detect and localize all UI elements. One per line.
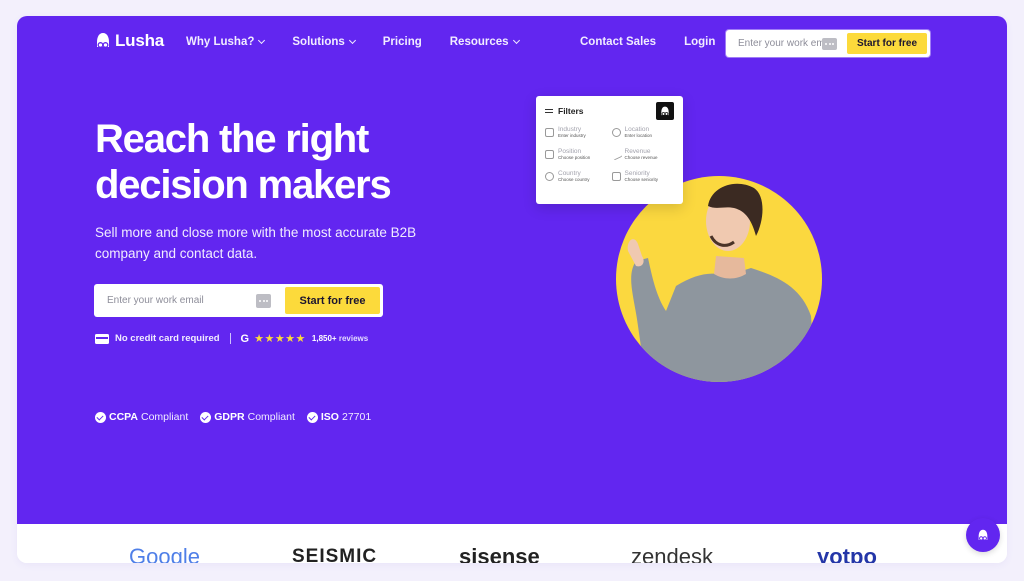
divider [229, 333, 231, 344]
no-credit-card-text: No credit card required [115, 333, 220, 344]
headline-line-2: decision makers [95, 163, 392, 207]
filter-revenue-label: Revenue [624, 148, 651, 155]
compliance-badges: CCPA Compliant GDPR Compliant ISO 27701 [95, 411, 371, 423]
nav-resources-label: Resources [449, 36, 509, 48]
iso-badge: ISO 27701 [306, 411, 372, 423]
nav-start-free-button[interactable]: Start for free [846, 33, 927, 54]
filters-title: Filters [558, 106, 584, 116]
check-circle-icon [200, 411, 212, 423]
nav-signup-form: Start for free [726, 30, 930, 57]
logo-seismic: SEISMIC [292, 546, 378, 563]
filter-industry[interactable]: Industry Enter industry [545, 126, 608, 139]
filter-country-sub: Choose country [558, 177, 590, 182]
iso-badge-bold: ISO [320, 411, 339, 423]
hero-signup-form: Start for free [94, 284, 383, 317]
nav-links: Why Lusha? Solutions Pricing Resources [186, 36, 547, 48]
review-count-label: reviews [338, 334, 369, 343]
location-pin-icon [611, 128, 621, 137]
hero-illustration-circle [616, 176, 822, 382]
rating-stars: ★★★★★ [254, 333, 306, 345]
contact-sales-link[interactable]: Contact Sales [580, 36, 656, 48]
password-manager-icon[interactable] [822, 37, 837, 50]
nav-solutions[interactable]: Solutions [292, 36, 356, 48]
logo-yotpo: yotpo [817, 546, 877, 563]
logo-sisense: sisense [459, 546, 540, 563]
filter-location[interactable]: Location Enter location [611, 126, 675, 139]
lusha-small-logo-icon [656, 102, 674, 120]
gdpr-badge: GDPR Compliant [200, 411, 295, 423]
briefcase-icon [545, 150, 554, 159]
hero-subheading: Sell more and close more with the most a… [95, 225, 417, 261]
password-manager-icon[interactable] [256, 293, 271, 308]
customer-logos-strip: Google SEISMIC sisense zendesk yotpo [17, 524, 1007, 563]
seniority-icon [611, 172, 621, 181]
filter-country[interactable]: Country Choose country [545, 170, 608, 183]
person-illustration [627, 183, 816, 382]
nav-email-input[interactable] [738, 38, 822, 49]
industry-icon [545, 128, 554, 137]
chevron-down-icon [258, 36, 266, 45]
chevron-down-icon [512, 36, 520, 45]
review-count[interactable]: 1,850+ reviews [312, 334, 368, 343]
filters-header: Filters [545, 102, 674, 120]
ccpa-badge-bold: CCPA [109, 411, 138, 423]
filter-position-label: Position [558, 148, 582, 155]
hero-section: Lusha Why Lusha? Solutions Pricing Resou… [17, 16, 1007, 524]
check-circle-icon [306, 411, 318, 423]
chat-widget-button[interactable] [966, 518, 1000, 552]
ccpa-badge: CCPA Compliant [95, 411, 188, 423]
gdpr-badge-text: Compliant [247, 411, 295, 423]
filters-card: Filters Industry Enter industry Location E… [536, 96, 683, 204]
filter-location-label: Location [624, 126, 650, 133]
sliders-icon [545, 107, 553, 115]
login-link[interactable]: Login [684, 36, 715, 48]
iso-badge-text: 27701 [341, 411, 372, 423]
filter-revenue[interactable]: Revenue Choose revenue [610, 148, 675, 161]
review-count-number: 1,850+ [311, 334, 337, 343]
logo-zendesk: zendesk [631, 546, 713, 563]
ccpa-badge-text: Compliant [140, 411, 189, 423]
top-navigation: Lusha Why Lusha? Solutions Pricing Resou… [17, 16, 1007, 72]
nav-pricing-label: Pricing [382, 36, 422, 48]
chevron-down-icon [348, 36, 356, 45]
hero-headline: Reach the right decision makers [95, 116, 392, 208]
page-frame: Lusha Why Lusha? Solutions Pricing Resou… [17, 16, 1007, 563]
globe-icon [545, 172, 554, 181]
logo-text: Lusha [115, 31, 165, 50]
filter-location-sub: Enter location [624, 133, 653, 138]
nav-solutions-label: Solutions [292, 36, 345, 48]
credit-card-icon [95, 333, 109, 344]
headline-line-1: Reach the right [95, 117, 369, 161]
filter-industry-label: Industry [558, 126, 582, 133]
filter-revenue-sub: Choose revenue [624, 155, 658, 160]
hero-email-input[interactable] [107, 295, 252, 306]
trust-row: No credit card required G ★★★★★ 1,850+ r… [95, 332, 368, 345]
lusha-logo[interactable]: Lusha [95, 31, 164, 51]
nav-resources[interactable]: Resources [449, 36, 520, 48]
hero-start-free-button[interactable]: Start for free [285, 287, 380, 314]
lusha-chat-icon [978, 529, 988, 541]
filter-industry-sub: Enter industry [558, 133, 586, 138]
check-circle-icon [95, 411, 106, 423]
filter-position[interactable]: Position Choose position [545, 148, 608, 161]
filter-seniority-label: Seniority [624, 170, 650, 177]
filter-country-label: Country [558, 170, 581, 177]
nav-why-lusha[interactable]: Why Lusha? [186, 36, 266, 48]
filter-grid: Industry Enter industry Location Enter loc… [545, 126, 674, 183]
nav-why-lusha-label: Why Lusha? [186, 36, 255, 48]
filter-position-sub: Choose position [558, 155, 591, 160]
filter-seniority-sub: Choose seniority [624, 177, 659, 182]
logo-google: Google [129, 546, 200, 563]
trend-icon [610, 148, 622, 161]
nav-pricing[interactable]: Pricing [383, 36, 422, 48]
lusha-logo-icon [97, 33, 109, 48]
g2-logo-icon: G [240, 332, 250, 345]
gdpr-badge-bold: GDPR [214, 411, 245, 423]
filter-seniority[interactable]: Seniority Choose seniority [611, 170, 675, 183]
nav-right: Contact Sales Login [580, 36, 715, 48]
